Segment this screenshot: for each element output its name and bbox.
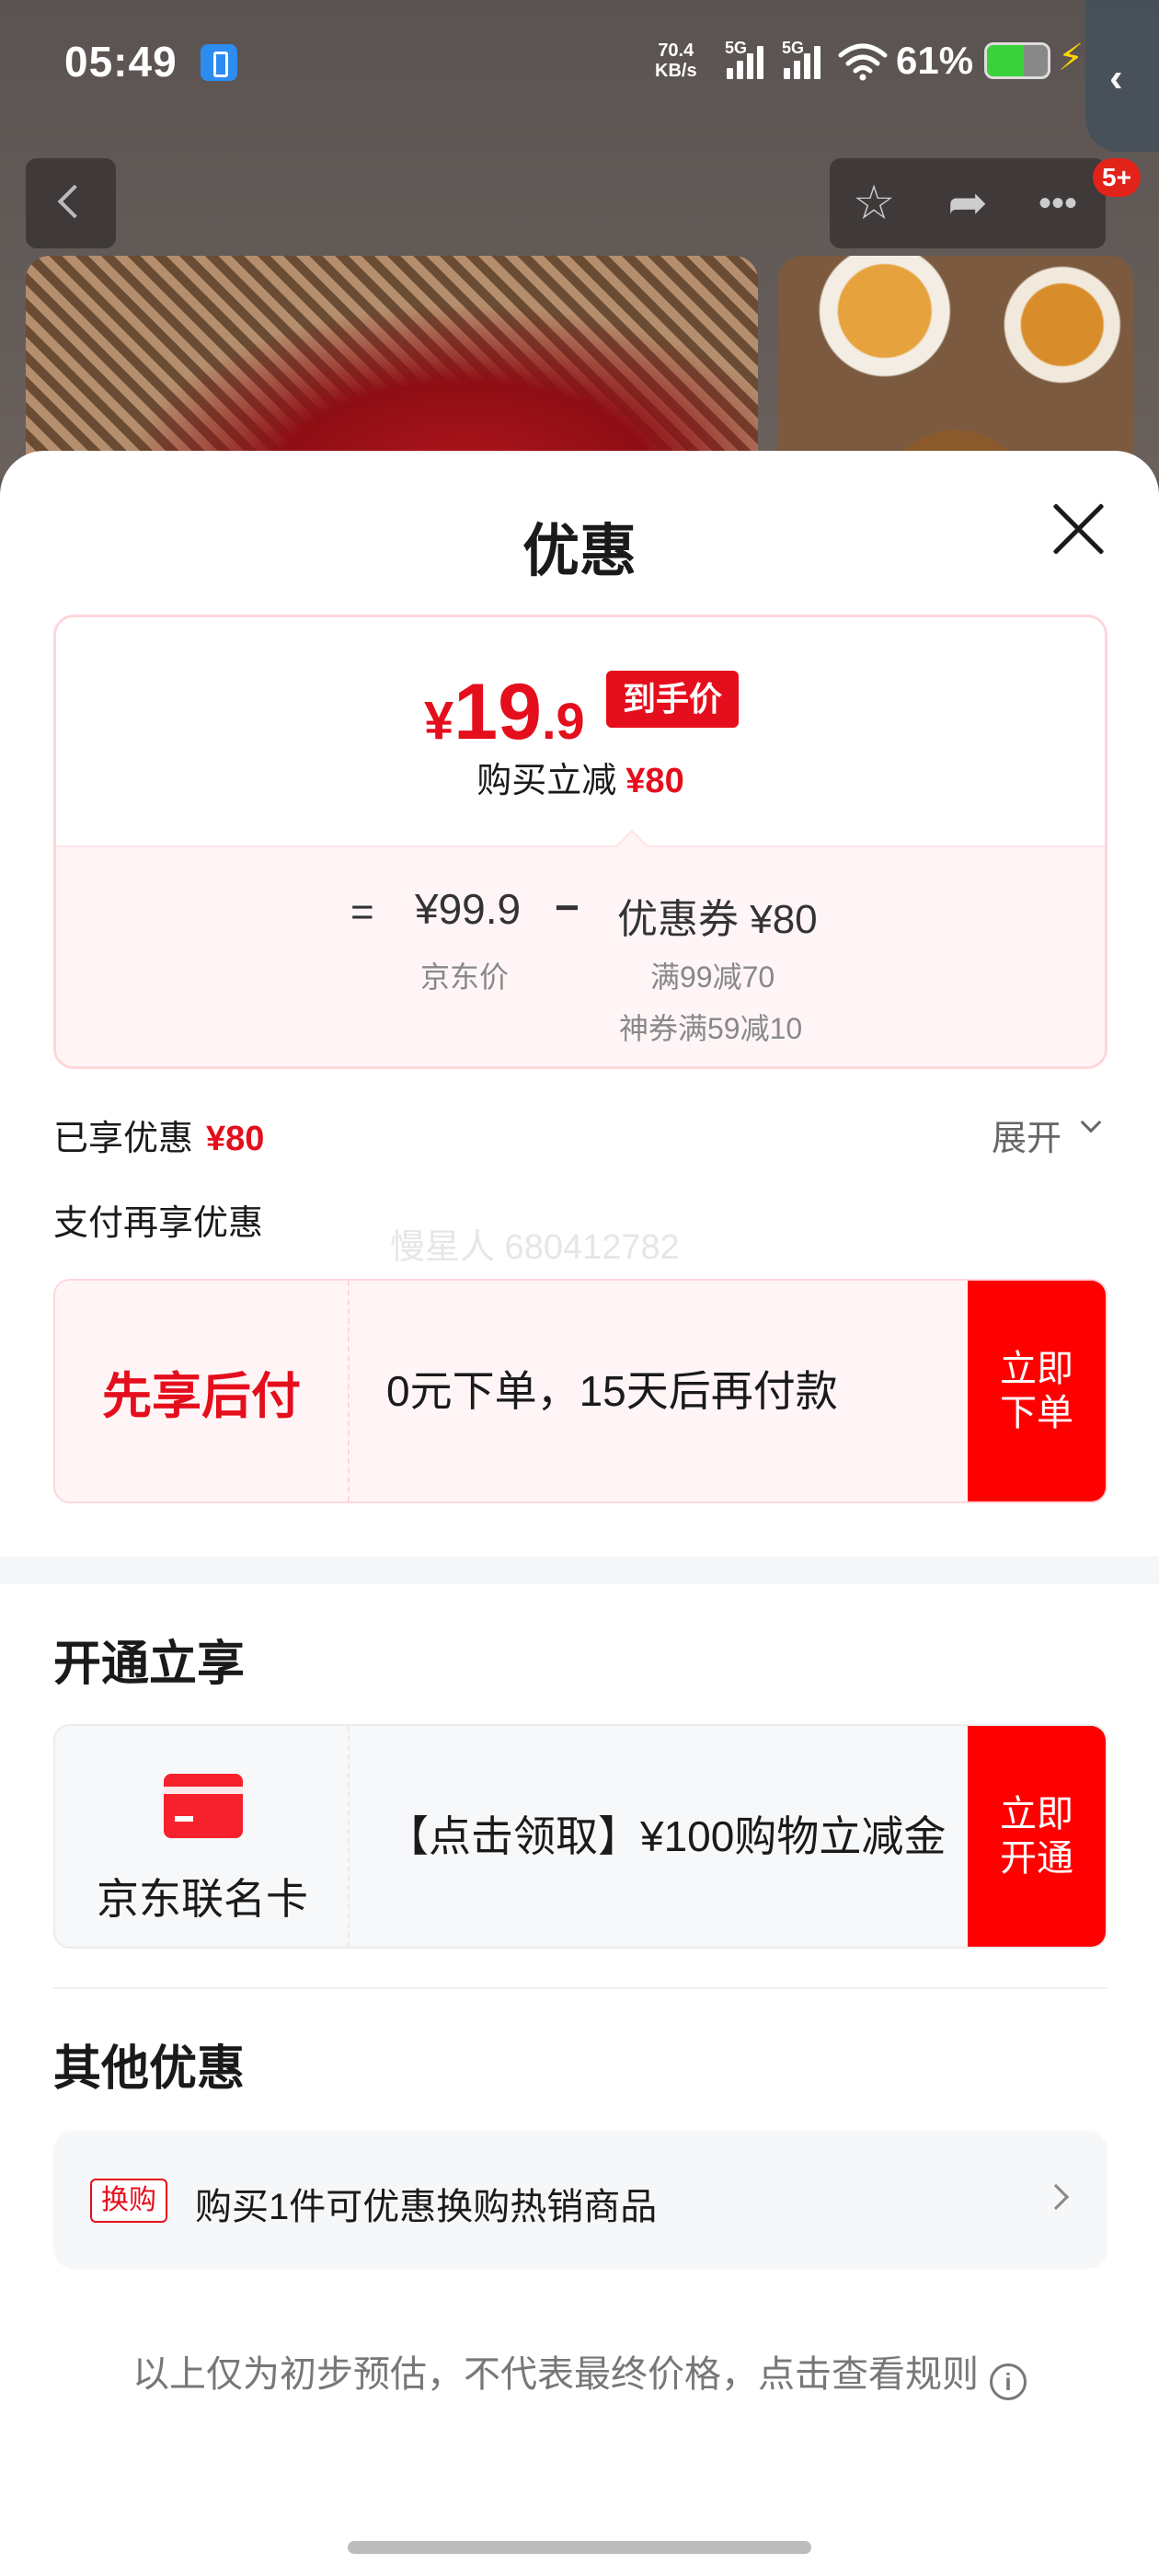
charging-bolt-icon: ⚡ [1058,38,1084,78]
bnpl-title: 先享后付 [55,1281,350,1501]
original-price-label: 京东价 [420,960,510,994]
instant-discount-line: 购买立减 ¥80 [56,752,1105,802]
price-disclaimer[interactable]: 以上仅为初步预估，不代表最终价格，点击查看规则 i [0,2344,1159,2400]
trade-up-tag: 换购 [90,2179,167,2223]
enjoyed-discount: 已享优惠 ¥80 [53,1110,264,1160]
close-icon[interactable] [1050,500,1107,558]
instant-discount-label: 购买立减 [476,762,617,800]
final-price-tag: 到手价 [606,671,739,728]
instant-discount-amount: ¥80 [625,762,684,800]
co-branded-card-info: 京东联名卡 [55,1726,350,1947]
co-branded-card-offer[interactable]: 京东联名卡 【点击领取】¥100购物立减金 立即开通 [53,1724,1107,1949]
co-branded-card-label: 京东联名卡 [97,1875,308,1923]
final-price-integer: 19 [453,668,542,756]
chevron-right-icon [1042,2183,1070,2211]
trade-up-text: 购买1件可优惠换购热销商品 [195,2187,658,2227]
coupon-detail: 满99减70 [650,960,775,994]
sheet-title: 优惠 [522,520,637,583]
price-breakdown-card: ¥19.9 到手价 购买立减 ¥80 = ¥99.9 − 优惠券 ¥80 京东价 … [53,615,1107,1069]
network-speed-unit: KB/s [655,61,697,81]
other-offers-heading: 其他优惠 [53,2042,246,2096]
chevron-down-icon[interactable] [1080,1111,1102,1133]
coupon-total: 优惠券 ¥80 [617,897,818,942]
activate-now-button[interactable]: 立即开通 [968,1726,1106,1947]
price-calculation-section [56,845,1105,1066]
chevron-left-icon: ‹ [1109,55,1123,100]
card-offer-description: 【点击领取】¥100购物立减金 [386,1812,947,1860]
minus-sign: − [555,883,580,931]
top-action-bar: ☆ ➦ ••• [830,158,1106,248]
watermark: 慢星人 680412782 [390,1228,680,1267]
final-price-decimal: .9 [541,692,585,750]
home-indicator[interactable] [348,2541,811,2554]
battery-icon [984,42,1050,79]
section-divider [0,1557,1159,1584]
battery-percent: 61% [896,39,974,82]
trade-up-offer-row[interactable]: 换购 购买1件可优惠换购热销商品 [53,2131,1107,2269]
share-icon[interactable]: ➦ [924,158,1012,248]
message-count-badge: 5+ [1093,158,1141,197]
coupon-detail: 神券满59减10 [619,1012,803,1045]
wifi-icon [838,43,888,81]
status-bar: 05:49 70.4 KB/s 5G 5G 61% ⚡ ‹ [0,0,1159,152]
signal-strength-icon: 5G [725,39,776,83]
original-price: ¥99.9 [415,885,522,933]
discount-bottom-sheet: 优惠 ¥19.9 到手价 购买立减 ¥80 = ¥99.9 − 优惠券 ¥80 京… [0,451,1159,2576]
open-to-enjoy-heading: 开通立享 [53,1638,246,1691]
equals-sign: = [350,890,374,935]
payment-offers-heading: 支付再享优惠 [53,1204,264,1243]
status-time: 05:49 [64,38,178,86]
signal-strength-icon: 5G [782,39,833,83]
network-speed: 70.4 KB/s [655,40,697,81]
order-now-button[interactable]: 立即下单 [968,1281,1106,1501]
nfc-icon [201,44,237,81]
star-icon[interactable]: ☆ [830,158,918,248]
disclaimer-text: 以上仅为初步预估，不代表最终价格，点击查看规则 [132,2354,979,2395]
signal-type-label: 5G [782,39,805,57]
final-price: ¥19.9 [424,667,585,758]
credit-card-icon [164,1774,243,1838]
expand-button[interactable]: 展开 [992,1110,1061,1160]
bnpl-description: 0元下单，15天后再付款 [386,1367,838,1415]
divider [53,1987,1107,1989]
back-button[interactable] [26,158,116,248]
currency-symbol: ¥ [424,691,454,751]
signal-type-label: 5G [725,39,748,57]
final-price-section: ¥19.9 到手价 购买立减 ¥80 [56,617,1105,845]
more-icon[interactable]: ••• [1014,158,1102,248]
network-speed-value: 70.4 [658,40,694,61]
enjoyed-discount-label: 已享优惠 [53,1120,194,1158]
enjoyed-discount-amount: ¥80 [206,1120,265,1158]
info-icon[interactable]: i [990,2363,1027,2400]
edge-back-gesture-button[interactable]: ‹ [1085,0,1159,152]
buy-now-pay-later-card[interactable]: 先享后付 0元下单，15天后再付款 立即下单 [53,1279,1107,1503]
